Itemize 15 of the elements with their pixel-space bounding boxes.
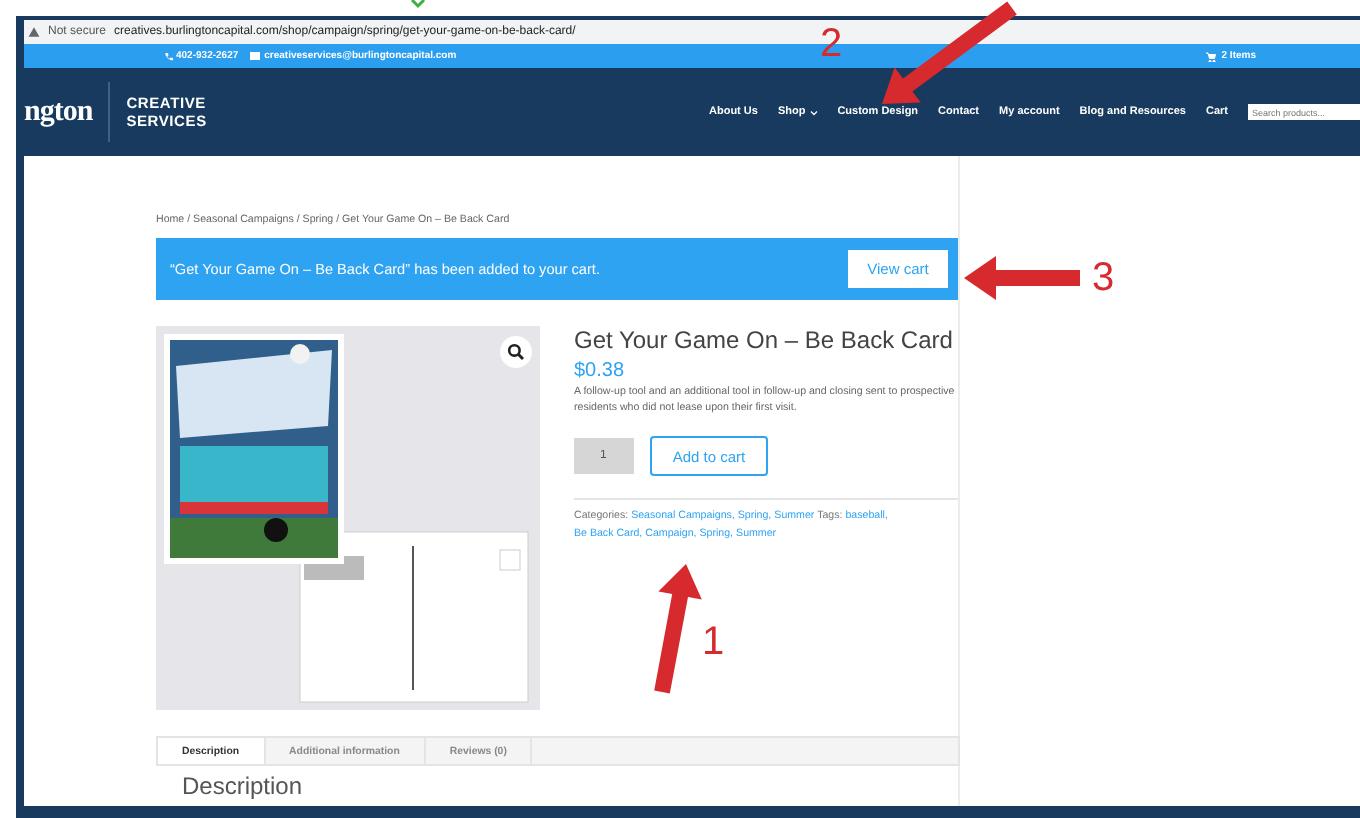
annotation-arrow bbox=[964, 256, 1080, 300]
envelope-icon bbox=[250, 52, 261, 60]
cart-icon bbox=[1205, 51, 1216, 61]
check-icon bbox=[410, 0, 426, 9]
logo-text[interactable]: ngton bbox=[24, 95, 93, 129]
annotation-arrow bbox=[654, 564, 702, 694]
product-price: $0.38 bbox=[574, 358, 627, 384]
annotation-arrow bbox=[882, 1, 1017, 104]
section-heading: Description bbox=[180, 774, 305, 800]
phone-icon bbox=[164, 51, 174, 61]
annotation-number: 1 bbox=[702, 622, 725, 662]
warning-icon bbox=[28, 26, 40, 38]
product-title: Get Your Game On – Be Back Card bbox=[574, 326, 955, 356]
annotation-number: 3 bbox=[1092, 258, 1115, 298]
search-icon[interactable] bbox=[500, 336, 532, 368]
